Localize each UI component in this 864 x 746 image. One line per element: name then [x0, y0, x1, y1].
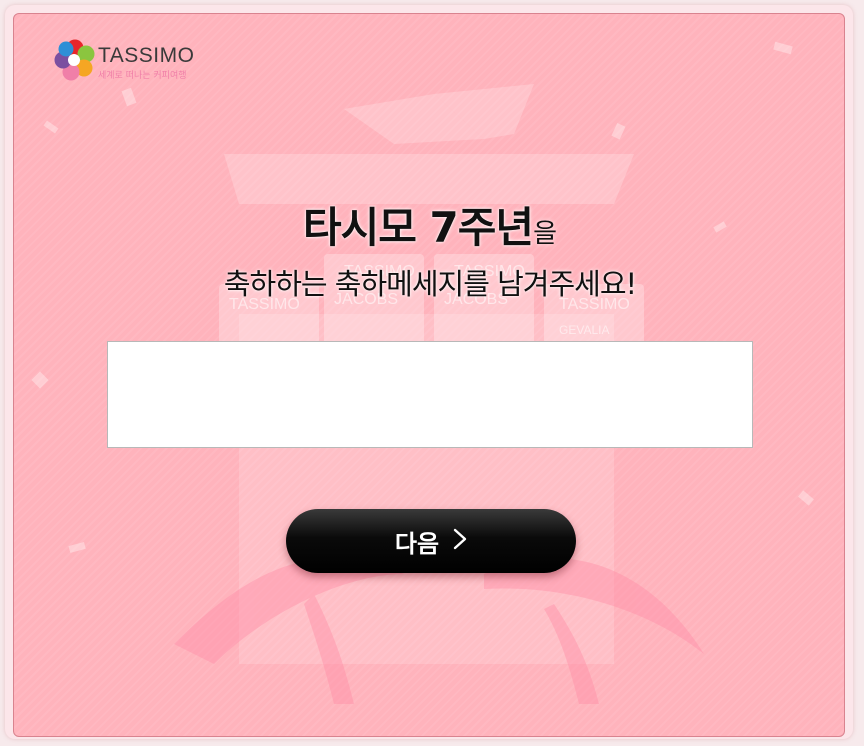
title-suffix: 을: [533, 219, 557, 249]
bg-product-gevalia: GEVALIA: [559, 323, 609, 337]
next-button[interactable]: 다음: [286, 509, 576, 573]
event-panel: TASSIMO TASSIMO TASSIMO TASSIMO JACOBS J…: [13, 13, 845, 737]
page-title: 타시모 7주년을: [14, 194, 844, 255]
title-main: 타시모 7주년: [303, 203, 534, 252]
page-subtitle: 축하하는 축하메세지를 남겨주세요!: [223, 267, 637, 301]
chevron-right-icon: [453, 528, 467, 556]
brand-tagline: 세계로 떠나는 커피여행: [98, 71, 187, 81]
tassimo-logo[interactable]: TASSIMO 세계로 떠나는 커피여행: [54, 39, 194, 87]
flower-logo-icon: [54, 39, 95, 81]
brand-name: TASSIMO: [98, 44, 195, 67]
next-button-label: 다음: [394, 529, 440, 558]
congratulation-message-input[interactable]: [107, 341, 753, 448]
